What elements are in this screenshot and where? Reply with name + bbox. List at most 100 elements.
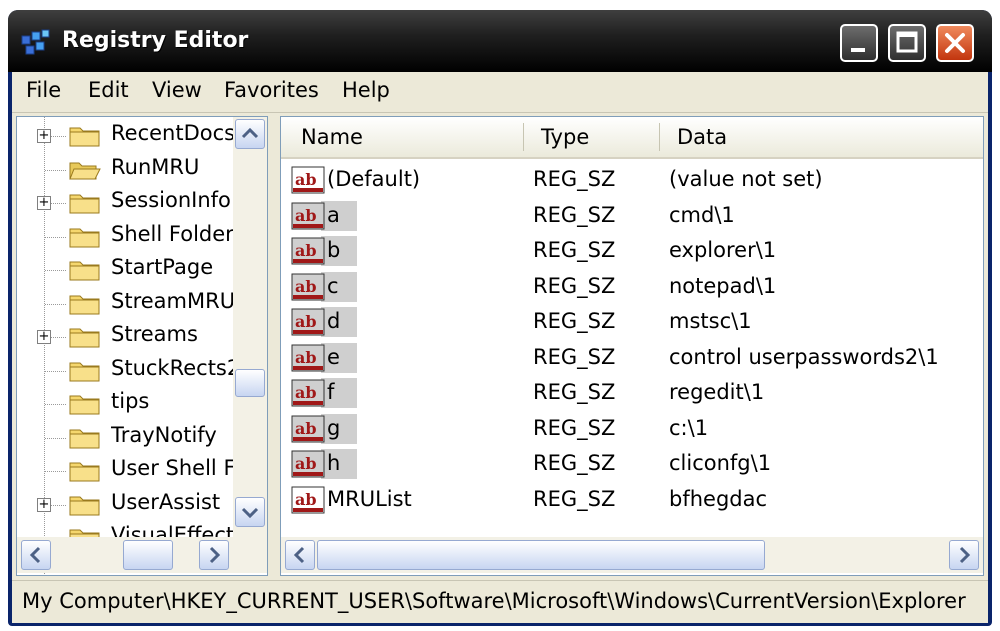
- value-type: REG_SZ: [533, 309, 616, 333]
- minimize-button[interactable]: [840, 24, 878, 62]
- tree-connector: [45, 236, 67, 238]
- folder-icon: [69, 261, 100, 281]
- value-type: REG_SZ: [533, 380, 616, 404]
- close-button[interactable]: [936, 24, 974, 62]
- value-type: REG_SZ: [533, 451, 616, 475]
- list-horizontal-scrollbar[interactable]: [281, 537, 983, 573]
- tree-item[interactable]: RunMRU: [17, 153, 237, 185]
- expand-icon[interactable]: +: [37, 196, 51, 210]
- folder-icon: [69, 228, 100, 247]
- folder-icon: [69, 328, 100, 348]
- value-row[interactable]: ab MRUList REG_SZ bfhegdac: [281, 483, 983, 518]
- tree-connector: [45, 370, 67, 372]
- value-row[interactable]: ab c REG_SZ notepad\1: [281, 270, 983, 305]
- chevron-down-icon: [241, 507, 259, 519]
- registry-editor-window: Registry Editor File Edit View Favorites…: [8, 10, 992, 626]
- values-list[interactable]: Name Type Data ab (Default) REG_SZ (value n…: [280, 116, 984, 576]
- value-data: cmd\1: [669, 202, 735, 227]
- tree-item[interactable]: StreamMRU: [17, 287, 237, 319]
- tree-item[interactable]: Shell Folders: [17, 220, 241, 252]
- value-row[interactable]: ab h REG_SZ cliconfg\1: [281, 447, 983, 482]
- column-divider[interactable]: [659, 123, 660, 151]
- scroll-left-button[interactable]: [285, 540, 315, 570]
- tree-item[interactable]: tips: [17, 387, 237, 419]
- tree-item[interactable]: User Shell F: [17, 454, 237, 486]
- menu-edit[interactable]: Edit: [88, 78, 129, 102]
- scroll-right-button[interactable]: [199, 540, 229, 570]
- value-data: mstsc\1: [669, 309, 752, 333]
- column-divider[interactable]: [523, 123, 524, 151]
- scroll-up-button[interactable]: [235, 119, 265, 149]
- tree-vertical-scrollbar[interactable]: [233, 117, 267, 537]
- tree-item-label: Shell Folders: [111, 221, 241, 246]
- value-row[interactable]: ab a REG_SZ cmd\1: [281, 199, 983, 234]
- svg-text:ab: ab: [295, 383, 317, 402]
- expand-icon[interactable]: +: [37, 129, 51, 143]
- column-name-header[interactable]: Name: [301, 125, 363, 149]
- svg-text:ab: ab: [295, 312, 317, 331]
- value-row[interactable]: ab f REG_SZ regedit\1: [281, 376, 983, 411]
- value-name: MRUList: [327, 486, 412, 511]
- client-area: File Edit View Favorites Help + RecentDoc…: [12, 72, 988, 623]
- list-hscroll-thumb[interactable]: [317, 540, 765, 570]
- reg-string-icon: ab: [291, 486, 325, 513]
- menu-favorites[interactable]: Favorites: [224, 78, 319, 102]
- value-row[interactable]: ab (Default) REG_SZ (value not set): [281, 163, 983, 198]
- tree-item[interactable]: StartPage: [17, 253, 237, 285]
- value-data: regedit\1: [669, 380, 765, 404]
- reg-string-icon: ab: [291, 450, 325, 478]
- tree-scroll-thumb[interactable]: [235, 369, 265, 397]
- tree-item[interactable]: + UserAssist: [17, 488, 237, 520]
- list-header: Name Type Data: [281, 117, 983, 159]
- value-type: REG_SZ: [533, 415, 616, 440]
- tree-item[interactable]: StuckRects2: [17, 354, 240, 386]
- value-data: control userpasswords2\1: [669, 344, 939, 369]
- tree-item-label: SessionInfo: [111, 188, 231, 212]
- title-bar[interactable]: Registry Editor: [8, 10, 992, 72]
- key-tree[interactable]: + RecentDocs RunMRU + SessionInfo Shell Folde…: [16, 116, 268, 576]
- scroll-right-button[interactable]: [949, 540, 979, 570]
- column-type-header[interactable]: Type: [541, 125, 589, 149]
- tree-item[interactable]: + RecentDocs: [17, 119, 237, 151]
- menu-file[interactable]: File: [26, 78, 61, 102]
- expand-icon[interactable]: +: [37, 330, 51, 344]
- tree-item[interactable]: TrayNotify: [17, 421, 237, 453]
- reg-string-icon: ab: [291, 166, 325, 194]
- chevron-right-icon: [959, 546, 971, 564]
- tree-connector: [45, 437, 67, 439]
- folder-icon: [69, 362, 100, 381]
- maximize-button[interactable]: [888, 24, 926, 62]
- svg-text:ab: ab: [295, 241, 317, 260]
- tree-horizontal-scrollbar[interactable]: [17, 537, 267, 573]
- value-data: cliconfg\1: [669, 451, 772, 475]
- menu-view[interactable]: View: [152, 78, 202, 102]
- tree-item[interactable]: + Streams: [17, 320, 237, 352]
- svg-text:ab: ab: [295, 454, 317, 473]
- svg-text:ab: ab: [295, 170, 317, 189]
- value-name: b: [327, 238, 341, 262]
- tree-item-label: StuckRects2: [111, 355, 241, 380]
- folder-icon: [69, 127, 100, 147]
- value-row[interactable]: ab d REG_SZ mstsc\1: [281, 305, 983, 340]
- tree-connector: [45, 404, 67, 405]
- menu-help[interactable]: Help: [342, 78, 390, 102]
- value-row[interactable]: ab e REG_SZ control userpasswords2\1: [281, 341, 983, 376]
- expand-icon[interactable]: +: [37, 497, 51, 512]
- value-name: a: [327, 202, 340, 227]
- svg-text:ab: ab: [295, 348, 317, 367]
- scroll-down-button[interactable]: [235, 497, 265, 527]
- tree-item-label: tips: [111, 389, 150, 413]
- value-row[interactable]: ab b REG_SZ explorer\1: [281, 234, 983, 269]
- window-title: Registry Editor: [62, 28, 249, 53]
- scroll-left-button[interactable]: [21, 540, 51, 570]
- column-data-header[interactable]: Data: [677, 125, 727, 149]
- value-type: REG_SZ: [533, 238, 616, 262]
- value-row[interactable]: ab g REG_SZ c:\1: [281, 412, 983, 447]
- tree-hscroll-thumb[interactable]: [123, 540, 173, 570]
- value-data: explorer\1: [669, 238, 777, 262]
- tree-item-label: Streams: [111, 322, 198, 346]
- value-name: (Default): [327, 167, 421, 191]
- tree-item[interactable]: + SessionInfo: [17, 186, 237, 218]
- tree-item-label: UserAssist: [111, 489, 221, 514]
- close-icon: [945, 33, 965, 53]
